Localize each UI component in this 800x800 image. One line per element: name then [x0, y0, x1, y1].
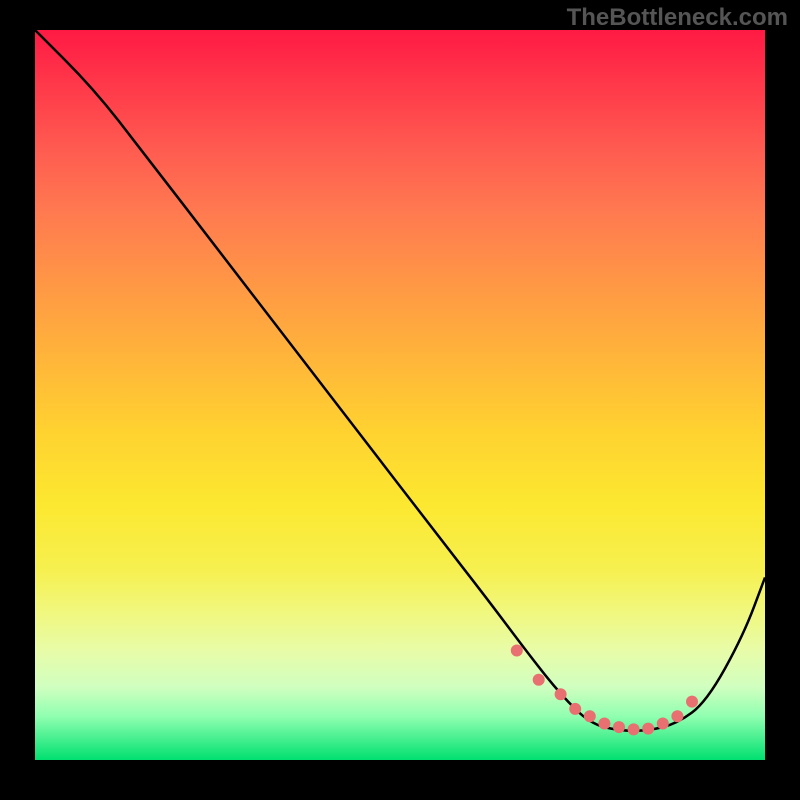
highlight-dot: [569, 703, 581, 715]
highlight-dot: [671, 710, 683, 722]
highlight-dot: [613, 721, 625, 733]
highlight-markers: [511, 645, 698, 736]
curve-line: [35, 30, 765, 731]
highlight-dot: [533, 674, 545, 686]
highlight-dot: [628, 723, 640, 735]
highlight-dot: [642, 723, 654, 735]
highlight-dot: [511, 645, 523, 657]
highlight-dot: [598, 718, 610, 730]
highlight-dot: [686, 696, 698, 708]
highlight-dot: [555, 688, 567, 700]
highlight-dot: [584, 710, 596, 722]
chart-plot-area: [35, 30, 765, 760]
chart-svg: [35, 30, 765, 760]
highlight-dot: [657, 718, 669, 730]
watermark-text: TheBottleneck.com: [567, 4, 788, 32]
